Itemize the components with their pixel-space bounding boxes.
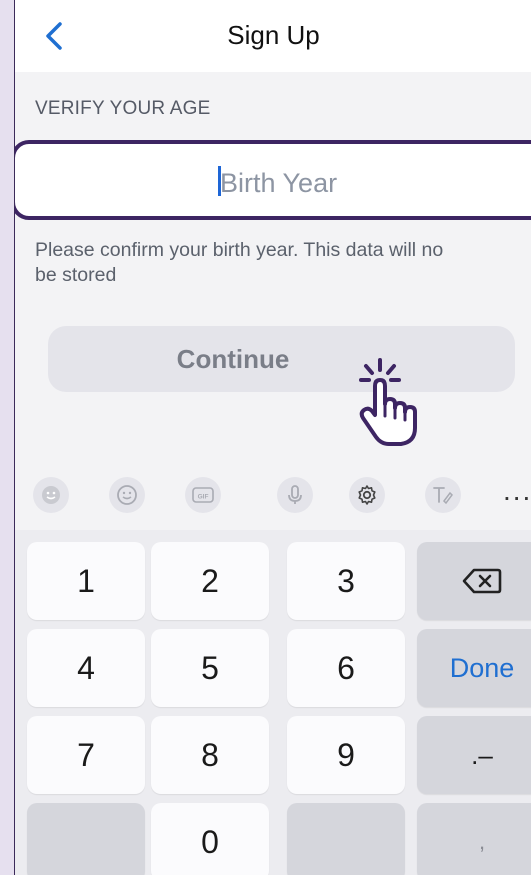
key-9[interactable]: 9 [287, 716, 405, 794]
settings-icon[interactable] [349, 477, 385, 513]
key-0[interactable]: 0 [151, 803, 269, 875]
section-label: VERIFY YOUR AGE [35, 98, 211, 119]
key-3[interactable]: 3 [287, 542, 405, 620]
key-2[interactable]: 2 [151, 542, 269, 620]
more-options-icon[interactable]: ... [503, 477, 531, 505]
backspace-icon [462, 568, 502, 594]
key-4[interactable]: 4 [27, 629, 145, 707]
birth-year-placeholder: Birth Year [220, 168, 338, 198]
continue-button[interactable]: Continue [48, 326, 515, 392]
keyboard-toolbar: GIF ... [15, 460, 531, 530]
helper-text: Please confirm your birth year. This dat… [35, 239, 444, 286]
key-comma[interactable]: , [417, 803, 531, 875]
key-dot-dash[interactable]: .– [417, 716, 531, 794]
key-blank-left [27, 803, 145, 875]
emoji-icon[interactable] [33, 477, 69, 513]
handwriting-icon[interactable] [425, 477, 461, 513]
key-8[interactable]: 8 [151, 716, 269, 794]
key-blank-right [287, 803, 405, 875]
phone-screen: Sign Up VERIFY YOUR AGE Birth Year Pleas… [14, 0, 531, 875]
sticker-icon[interactable] [109, 477, 145, 513]
key-7[interactable]: 7 [27, 716, 145, 794]
top-bar: Sign Up [15, 0, 531, 72]
key-backspace[interactable] [417, 542, 531, 620]
key-5[interactable]: 5 [151, 629, 269, 707]
svg-text:GIF: GIF [198, 494, 209, 501]
birth-year-input[interactable]: Birth Year [15, 140, 531, 220]
key-1[interactable]: 1 [27, 542, 145, 620]
gif-icon[interactable]: GIF [185, 477, 221, 513]
microphone-icon[interactable] [277, 477, 313, 513]
numeric-keyboard: 1 2 3 4 5 6 Done 7 8 9 .– 0 , [15, 530, 531, 875]
page-title: Sign Up [227, 20, 320, 50]
key-6[interactable]: 6 [287, 629, 405, 707]
tap-hand-icon [359, 358, 417, 446]
done-key[interactable]: Done [417, 629, 531, 707]
